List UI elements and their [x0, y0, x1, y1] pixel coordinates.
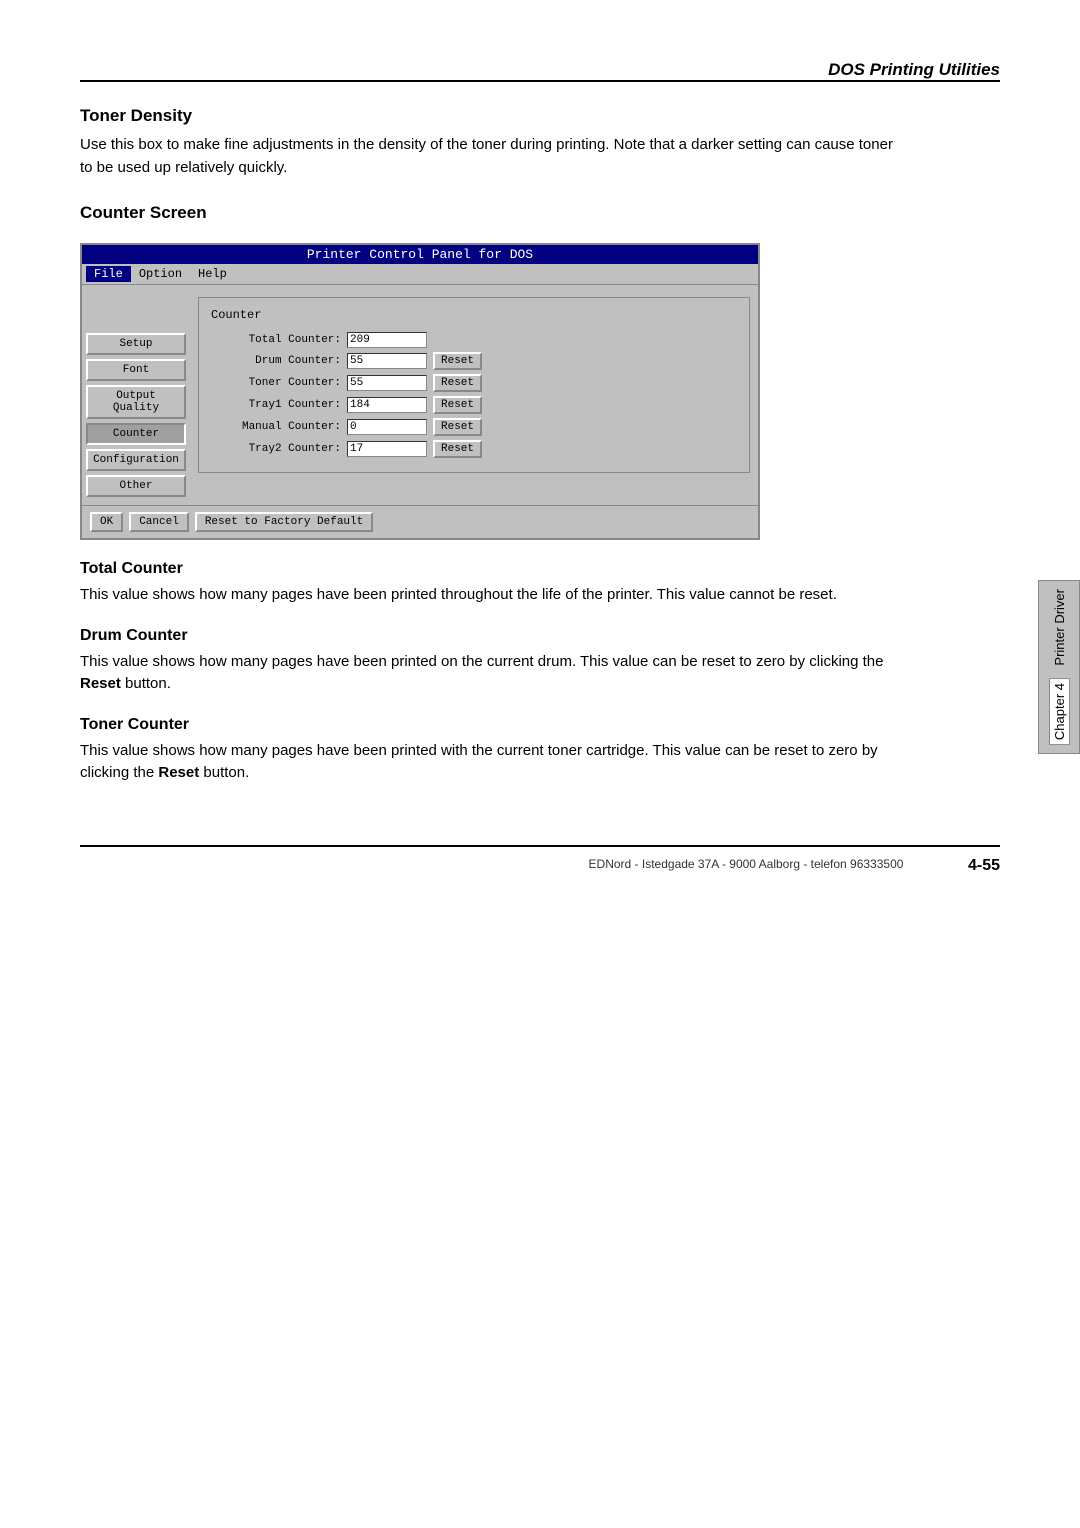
cancel-button[interactable]: Cancel — [129, 512, 189, 532]
drum-counter-body: This value shows how many pages have bee… — [80, 651, 900, 696]
counter-row-manual: Manual Counter: Reset — [211, 418, 737, 436]
chapter-label: Chapter 4 — [1049, 678, 1070, 745]
counter-screen-heading: Counter Screen — [80, 203, 1000, 223]
tray1-counter-label: Tray1 Counter: — [211, 399, 341, 411]
dos-window: Printer Control Panel for DOS File Optio… — [80, 243, 760, 540]
toner-counter-body: This value shows how many pages have bee… — [80, 740, 900, 785]
toner-density-body: Use this box to make fine adjustments in… — [80, 134, 900, 179]
right-tab: Printer Driver Chapter 4 — [1038, 580, 1080, 754]
counter-box-title: Counter — [211, 308, 737, 322]
dos-titlebar: Printer Control Panel for DOS — [82, 245, 758, 264]
tray1-reset-button[interactable]: Reset — [433, 396, 482, 414]
toner-density-heading: Toner Density — [80, 106, 1000, 126]
counter-row-drum: Drum Counter: Reset — [211, 352, 737, 370]
page-number: 4-55 — [968, 857, 1000, 875]
page-footer: EDNord - Istedgade 37A - 9000 Aalborg - … — [80, 845, 1000, 875]
dos-main-panel: Counter Total Counter: Drum Counter: Res… — [194, 293, 754, 497]
total-counter-body: This value shows how many pages have bee… — [80, 584, 900, 607]
toner-reset-button[interactable]: Reset — [433, 374, 482, 392]
tray1-counter-input[interactable] — [347, 397, 427, 413]
counter-row-tray2: Tray2 Counter: Reset — [211, 440, 737, 458]
total-counter-input[interactable] — [347, 332, 427, 348]
header-title: DOS Printing Utilities — [828, 60, 1000, 83]
total-counter-heading: Total Counter — [80, 560, 1000, 578]
tray2-reset-button[interactable]: Reset — [433, 440, 482, 458]
manual-reset-button[interactable]: Reset — [433, 418, 482, 436]
toner-counter-heading: Toner Counter — [80, 716, 1000, 734]
toner-counter-body-bold: Reset — [158, 764, 199, 781]
tray2-counter-input[interactable] — [347, 441, 427, 457]
header: DOS Printing Utilities — [80, 60, 1000, 82]
dos-menubar: File Option Help — [82, 264, 758, 285]
menu-option[interactable]: Option — [131, 266, 190, 282]
page: Printer Driver Chapter 4 DOS Printing Ut… — [0, 0, 1080, 1528]
sidebar-btn-output-quality[interactable]: Output Quality — [86, 385, 186, 419]
drum-counter-label: Drum Counter: — [211, 355, 341, 367]
drum-counter-body-text1: This value shows how many pages have bee… — [80, 653, 884, 670]
manual-counter-input[interactable] — [347, 419, 427, 435]
footer-info: EDNord - Istedgade 37A - 9000 Aalborg - … — [524, 857, 968, 871]
manual-counter-label: Manual Counter: — [211, 421, 341, 433]
toner-counter-input[interactable] — [347, 375, 427, 391]
counter-box: Counter Total Counter: Drum Counter: Res… — [198, 297, 750, 473]
counter-row-tray1: Tray1 Counter: Reset — [211, 396, 737, 414]
drum-counter-input[interactable] — [347, 353, 427, 369]
counter-row-toner: Toner Counter: Reset — [211, 374, 737, 392]
printer-driver-label: Printer Driver — [1052, 589, 1067, 666]
sidebar-btn-counter[interactable]: Counter — [86, 423, 186, 445]
dos-sidebar: Setup Font Output Quality Counter Config… — [86, 293, 186, 497]
tray2-counter-label: Tray2 Counter: — [211, 443, 341, 455]
drum-reset-button[interactable]: Reset — [433, 352, 482, 370]
drum-counter-heading: Drum Counter — [80, 627, 1000, 645]
sidebar-btn-setup[interactable]: Setup — [86, 333, 186, 355]
counter-row-total: Total Counter: — [211, 332, 737, 348]
toner-counter-body-text2: button. — [199, 764, 249, 781]
toner-counter-label: Toner Counter: — [211, 377, 341, 389]
sidebar-btn-configuration[interactable]: Configuration — [86, 449, 186, 471]
menu-help[interactable]: Help — [190, 266, 235, 282]
ok-button[interactable]: OK — [90, 512, 123, 532]
reset-factory-button[interactable]: Reset to Factory Default — [195, 512, 373, 532]
dos-footer: OK Cancel Reset to Factory Default — [82, 505, 758, 538]
menu-file[interactable]: File — [86, 266, 131, 282]
sidebar-btn-font[interactable]: Font — [86, 359, 186, 381]
drum-counter-body-text2: button. — [121, 675, 171, 692]
dos-content: Setup Font Output Quality Counter Config… — [82, 285, 758, 505]
total-counter-label: Total Counter: — [211, 334, 341, 346]
drum-counter-body-bold: Reset — [80, 675, 121, 692]
sidebar-btn-other[interactable]: Other — [86, 475, 186, 497]
